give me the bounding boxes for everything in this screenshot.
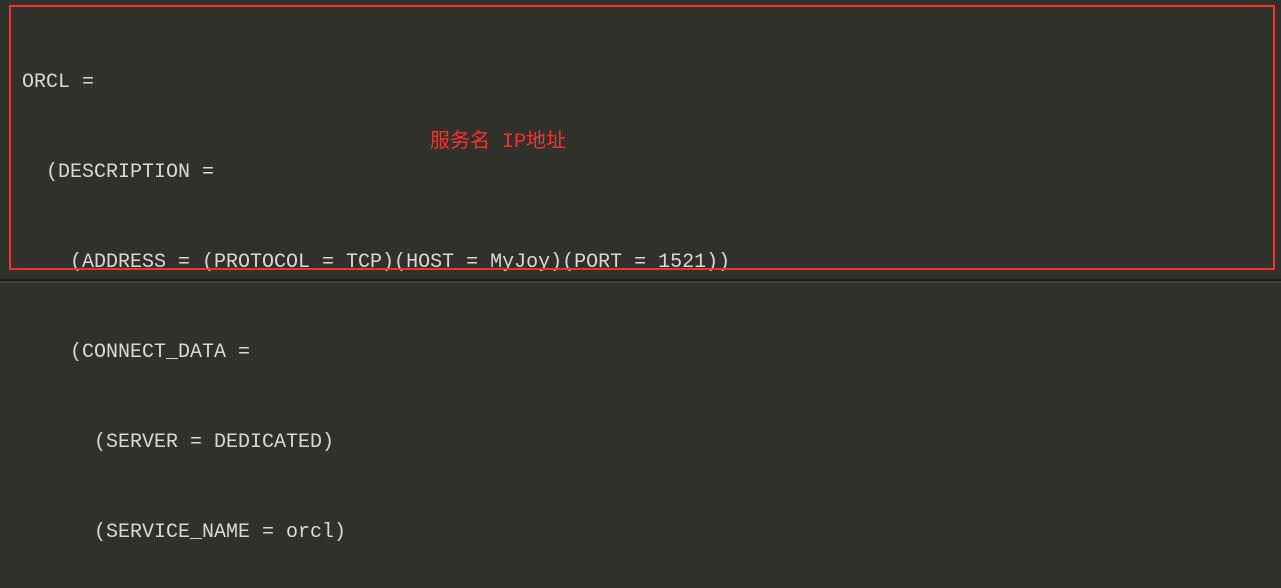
annotation-label: 服务名 IP地址 — [430, 128, 566, 158]
horizontal-divider — [0, 281, 1281, 283]
code-line: (SERVICE_NAME = orcl) — [22, 518, 1281, 548]
code-line: (CONNECT_DATA = — [22, 338, 1281, 368]
code-editor[interactable]: ORCL = (DESCRIPTION = (ADDRESS = (PROTOC… — [0, 0, 1281, 588]
annotation-highlight-box — [9, 5, 1275, 270]
code-line: (SERVER = DEDICATED) — [22, 428, 1281, 458]
